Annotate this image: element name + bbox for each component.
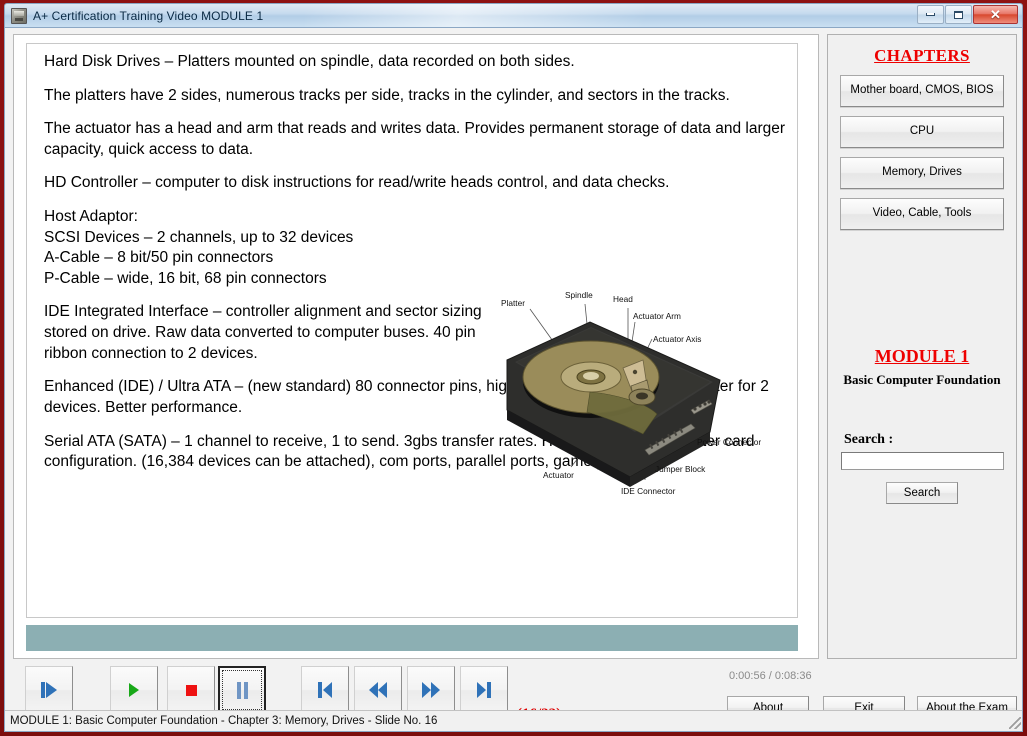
window-title: A+ Certification Training Video MODULE 1: [33, 9, 263, 23]
next-button[interactable]: [460, 666, 508, 714]
figure-label-actuator-arm: Actuator Arm: [633, 311, 681, 321]
play-icon: [129, 683, 139, 697]
status-bar: MODULE 1: Basic Computer Foundation - Ch…: [5, 710, 1023, 731]
skip-previous-icon: [318, 682, 332, 698]
chapter-button-motherboard[interactable]: Mother board, CMOS, BIOS: [840, 75, 1004, 107]
module-subtitle: Basic Computer Foundation: [828, 372, 1016, 388]
figure-label-actuator-axis: Actuator Axis: [653, 334, 701, 344]
client-area: Hard Disk Drives – Platters mounted on s…: [4, 28, 1023, 732]
rewind-icon: [369, 682, 387, 698]
slide-paragraph: IDE Integrated Interface – controller al…: [44, 302, 489, 364]
slide-paragraph: The actuator has a head and arm that rea…: [44, 119, 789, 160]
minimize-button[interactable]: [917, 5, 944, 24]
stop-icon: [186, 685, 197, 696]
slide-paragraph: SCSI Devices – 2 channels, up to 32 devi…: [44, 228, 789, 249]
maximize-button[interactable]: [945, 5, 972, 24]
minimize-icon: [926, 13, 935, 16]
stop-button[interactable]: [167, 666, 215, 714]
slide-paragraph: Host Adaptor:: [44, 207, 789, 228]
slide-panel: Hard Disk Drives – Platters mounted on s…: [13, 34, 819, 659]
figure-label-ide-connector: IDE Connector: [621, 486, 676, 496]
figure-label-platter: Platter: [501, 298, 525, 308]
search-button[interactable]: Search: [886, 482, 958, 504]
figure-label-power-connector: Power Connector: [697, 437, 761, 447]
figure-label-jumper-block: Jumper Block: [655, 464, 706, 474]
rewind-button[interactable]: [354, 666, 402, 714]
chapters-sidebar: CHAPTERS Mother board, CMOS, BIOS CPU Me…: [827, 34, 1017, 659]
skip-next-icon: [477, 682, 491, 698]
step-frame-button[interactable]: [25, 666, 73, 714]
slide-paragraph: A-Cable – 8 bit/50 pin connectors: [44, 248, 789, 269]
step-frame-icon: [41, 682, 57, 698]
slide-content: Hard Disk Drives – Platters mounted on s…: [26, 43, 798, 618]
slide-paragraph: HD Controller – computer to disk instruc…: [44, 173, 789, 194]
hdd-svg: Platter Spindle Head Actuator Arm Actuat…: [495, 282, 791, 507]
figure-label-actuator: Actuator: [543, 470, 574, 480]
slide-paragraph: The platters have 2 sides, numerous trac…: [44, 86, 789, 107]
resize-grip[interactable]: [1009, 717, 1021, 729]
chapters-heading: CHAPTERS: [828, 46, 1016, 66]
focus-ring: [222, 670, 262, 710]
play-button[interactable]: [110, 666, 158, 714]
figure-label-spindle: Spindle: [565, 290, 593, 300]
app-icon: [11, 8, 27, 24]
time-display: 0:00:56 / 0:08:36: [729, 670, 812, 682]
application-window: A+ Certification Training Video MODULE 1…: [0, 0, 1027, 736]
chapter-button-cpu[interactable]: CPU: [840, 116, 1004, 148]
chapter-button-video-cable-tools[interactable]: Video, Cable, Tools: [840, 198, 1004, 230]
hard-disk-drive-diagram: Platter Spindle Head Actuator Arm Actuat…: [495, 282, 791, 507]
slide-accent-bar: [26, 625, 798, 651]
title-bar: A+ Certification Training Video MODULE 1…: [4, 3, 1023, 28]
window-buttons: ✕: [917, 5, 1018, 24]
module-heading: MODULE 1: [828, 346, 1016, 367]
maximize-icon: [954, 11, 963, 19]
close-button[interactable]: ✕: [973, 5, 1018, 24]
fast-forward-icon: [422, 682, 440, 698]
search-input[interactable]: [841, 452, 1004, 470]
status-text: MODULE 1: Basic Computer Foundation - Ch…: [10, 715, 437, 727]
chapter-button-memory-drives[interactable]: Memory, Drives: [840, 157, 1004, 189]
search-label: Search :: [844, 432, 1016, 448]
close-icon: ✕: [990, 8, 1001, 21]
pause-button[interactable]: [218, 666, 266, 714]
previous-button[interactable]: [301, 666, 349, 714]
figure-label-head: Head: [613, 294, 633, 304]
fast-forward-button[interactable]: [407, 666, 455, 714]
slide-paragraph: Hard Disk Drives – Platters mounted on s…: [44, 52, 789, 73]
